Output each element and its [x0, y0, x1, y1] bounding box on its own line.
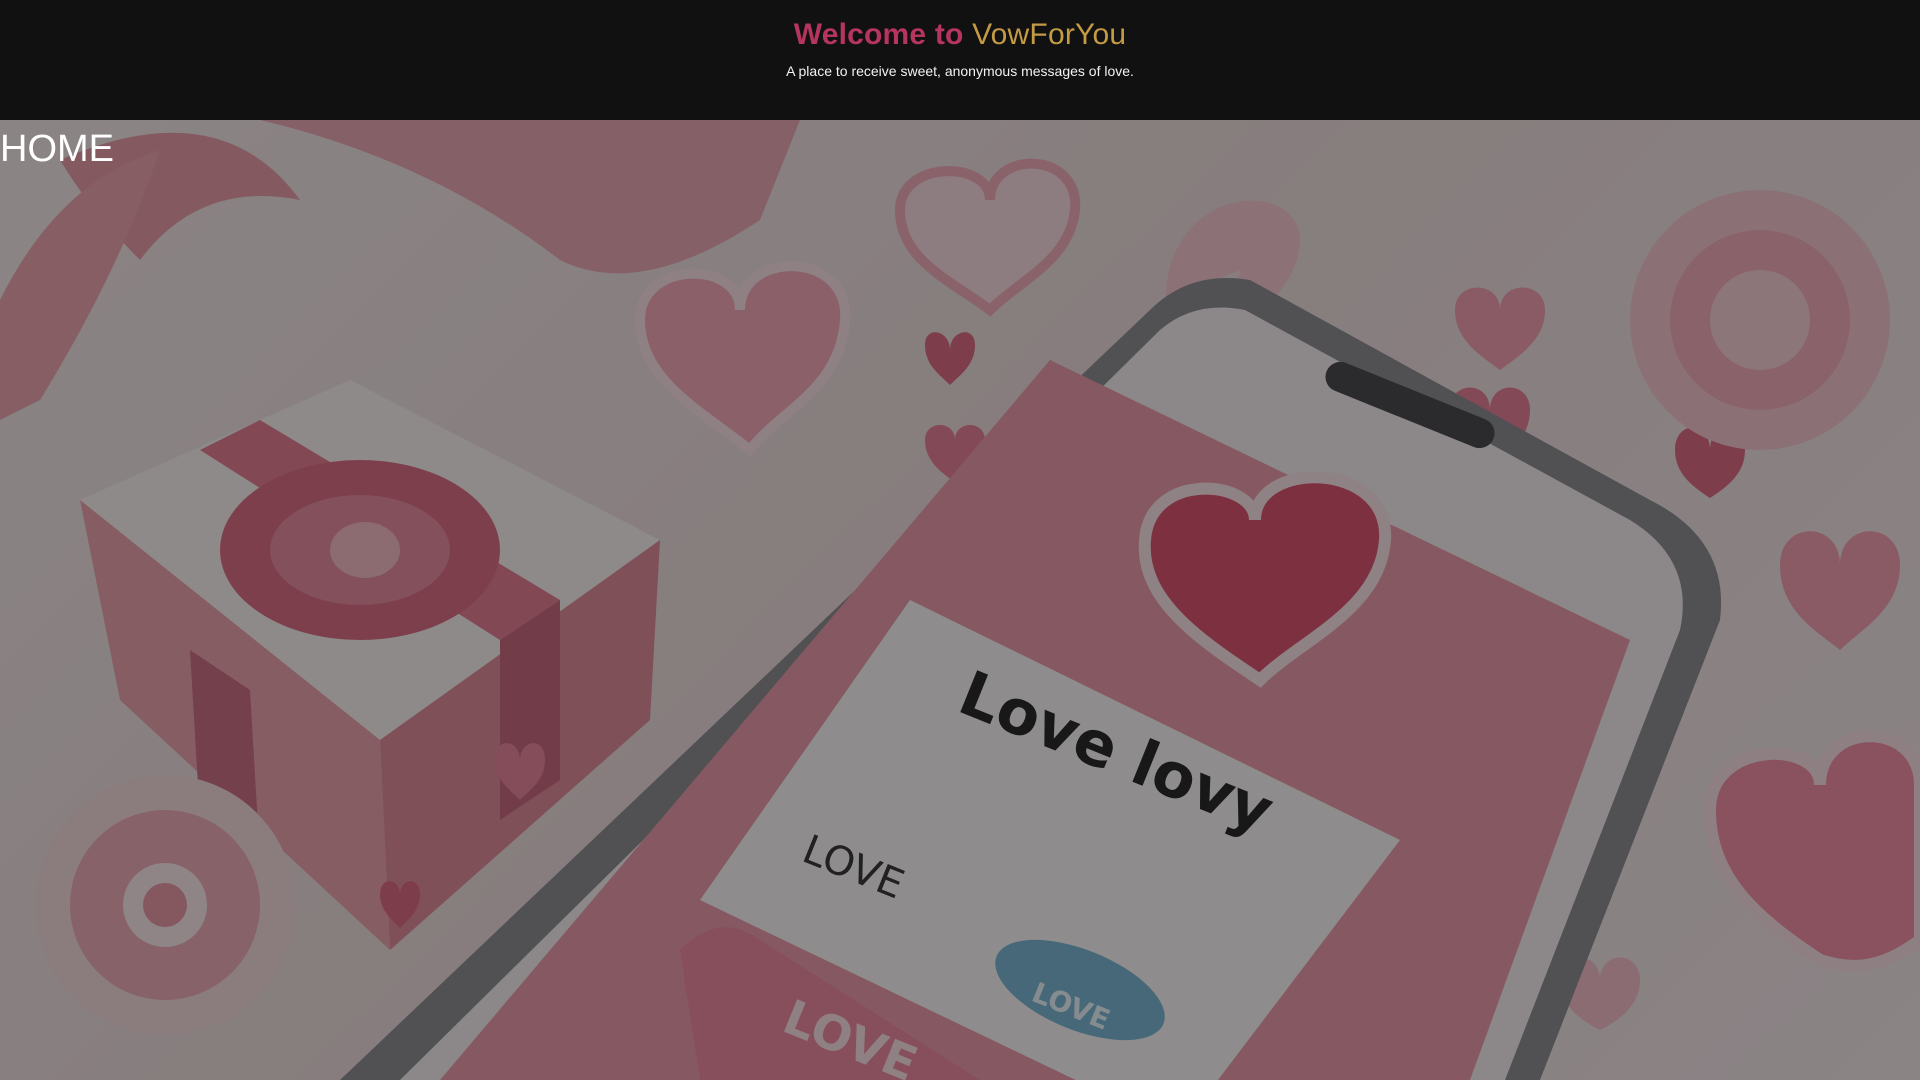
hero-section: HOME LOVE LOVE LOVE Love lovy [0, 120, 1920, 1080]
page-subtitle: A place to receive sweet, anonymous mess… [786, 63, 1134, 79]
home-heading: HOME [0, 128, 114, 170]
flower-decoration [35, 775, 295, 1035]
hero-illustration: LOVE LOVELOVELove lovy [0, 120, 1920, 1080]
page-title: Welcome to VowForYou [0, 18, 1920, 52]
title-prefix: Welcome to [793, 18, 964, 51]
brand-name: VowForYou [972, 18, 1127, 51]
site-header: Welcome to VowForYou A place to receive … [0, 0, 1920, 120]
